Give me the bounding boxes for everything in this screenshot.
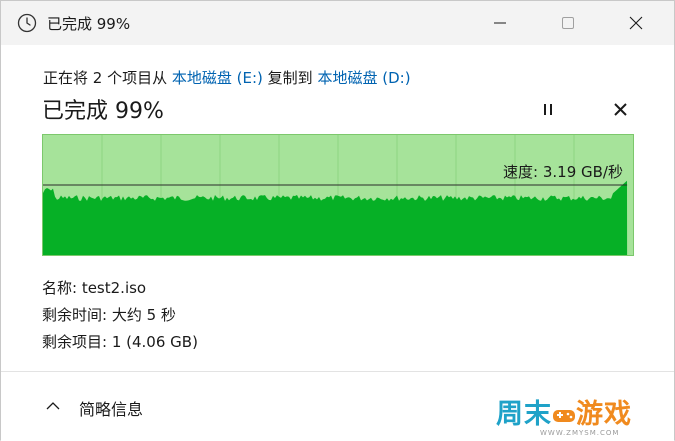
copy-progress-window: 已完成 99% 正在将 2 个项目从 本地磁盘 (E:) 复制到 本地磁盘 (D… [0,0,675,441]
chevron-up-icon [46,402,60,410]
copy-description: 正在将 2 个项目从 本地磁盘 (E:) 复制到 本地磁盘 (D:) [43,67,411,88]
details-section: 名称: test2.iso 剩余时间: 大约 5 秒 剩余项目: 1 (4.06… [42,275,198,356]
maximize-button[interactable] [545,1,591,45]
minimize-button[interactable] [477,1,523,45]
progress-status: 已完成 99% [42,99,164,124]
site-watermark: 周末 游戏 WWW.ZMYSM.COM [496,392,666,438]
watermark-logo: 周末 游戏 [496,392,632,431]
time-remaining: 剩余时间: 大约 5 秒 [42,306,176,324]
speed-label: 速度: 3.19 GB/秒 [503,163,623,181]
progress-panel: 正在将 2 个项目从 本地磁盘 (E:) 复制到 本地磁盘 (D:) 已完成 9… [1,45,674,371]
close-button[interactable] [613,1,659,45]
footer: 简略信息 周末 游戏 WWW.ZMYSM.COM [1,371,674,441]
clock-icon [17,13,37,33]
items-remaining: 剩余项目: 1 (4.06 GB) [42,333,198,351]
source-link[interactable]: 本地磁盘 (E:) [172,69,263,87]
copy-middle: 复制到 [267,69,313,87]
window-title: 已完成 99% [47,15,131,33]
watermark-url: WWW.ZMYSM.COM [540,429,620,437]
watermark-text-b: 游戏 [576,399,632,430]
title-bar[interactable]: 已完成 99% [1,1,674,45]
speed-graph: 速度: 3.19 GB/秒 [42,134,634,256]
pause-icon [544,104,552,115]
maximize-icon [562,17,574,29]
gamepad-icon [553,410,575,422]
close-icon [629,16,643,30]
destination-link[interactable]: 本地磁盘 (D:) [317,69,410,87]
cancel-button[interactable] [609,100,633,120]
fewer-details-label: 简略信息 [79,400,144,419]
copy-prefix: 正在将 2 个项目从 [43,69,168,87]
watermark-text-a: 周末 [496,399,552,430]
minimize-icon [494,22,506,24]
pause-button[interactable] [537,100,561,120]
file-name: 名称: test2.iso [42,279,147,297]
cancel-icon [614,103,627,116]
speed-graph-canvas [43,135,633,255]
